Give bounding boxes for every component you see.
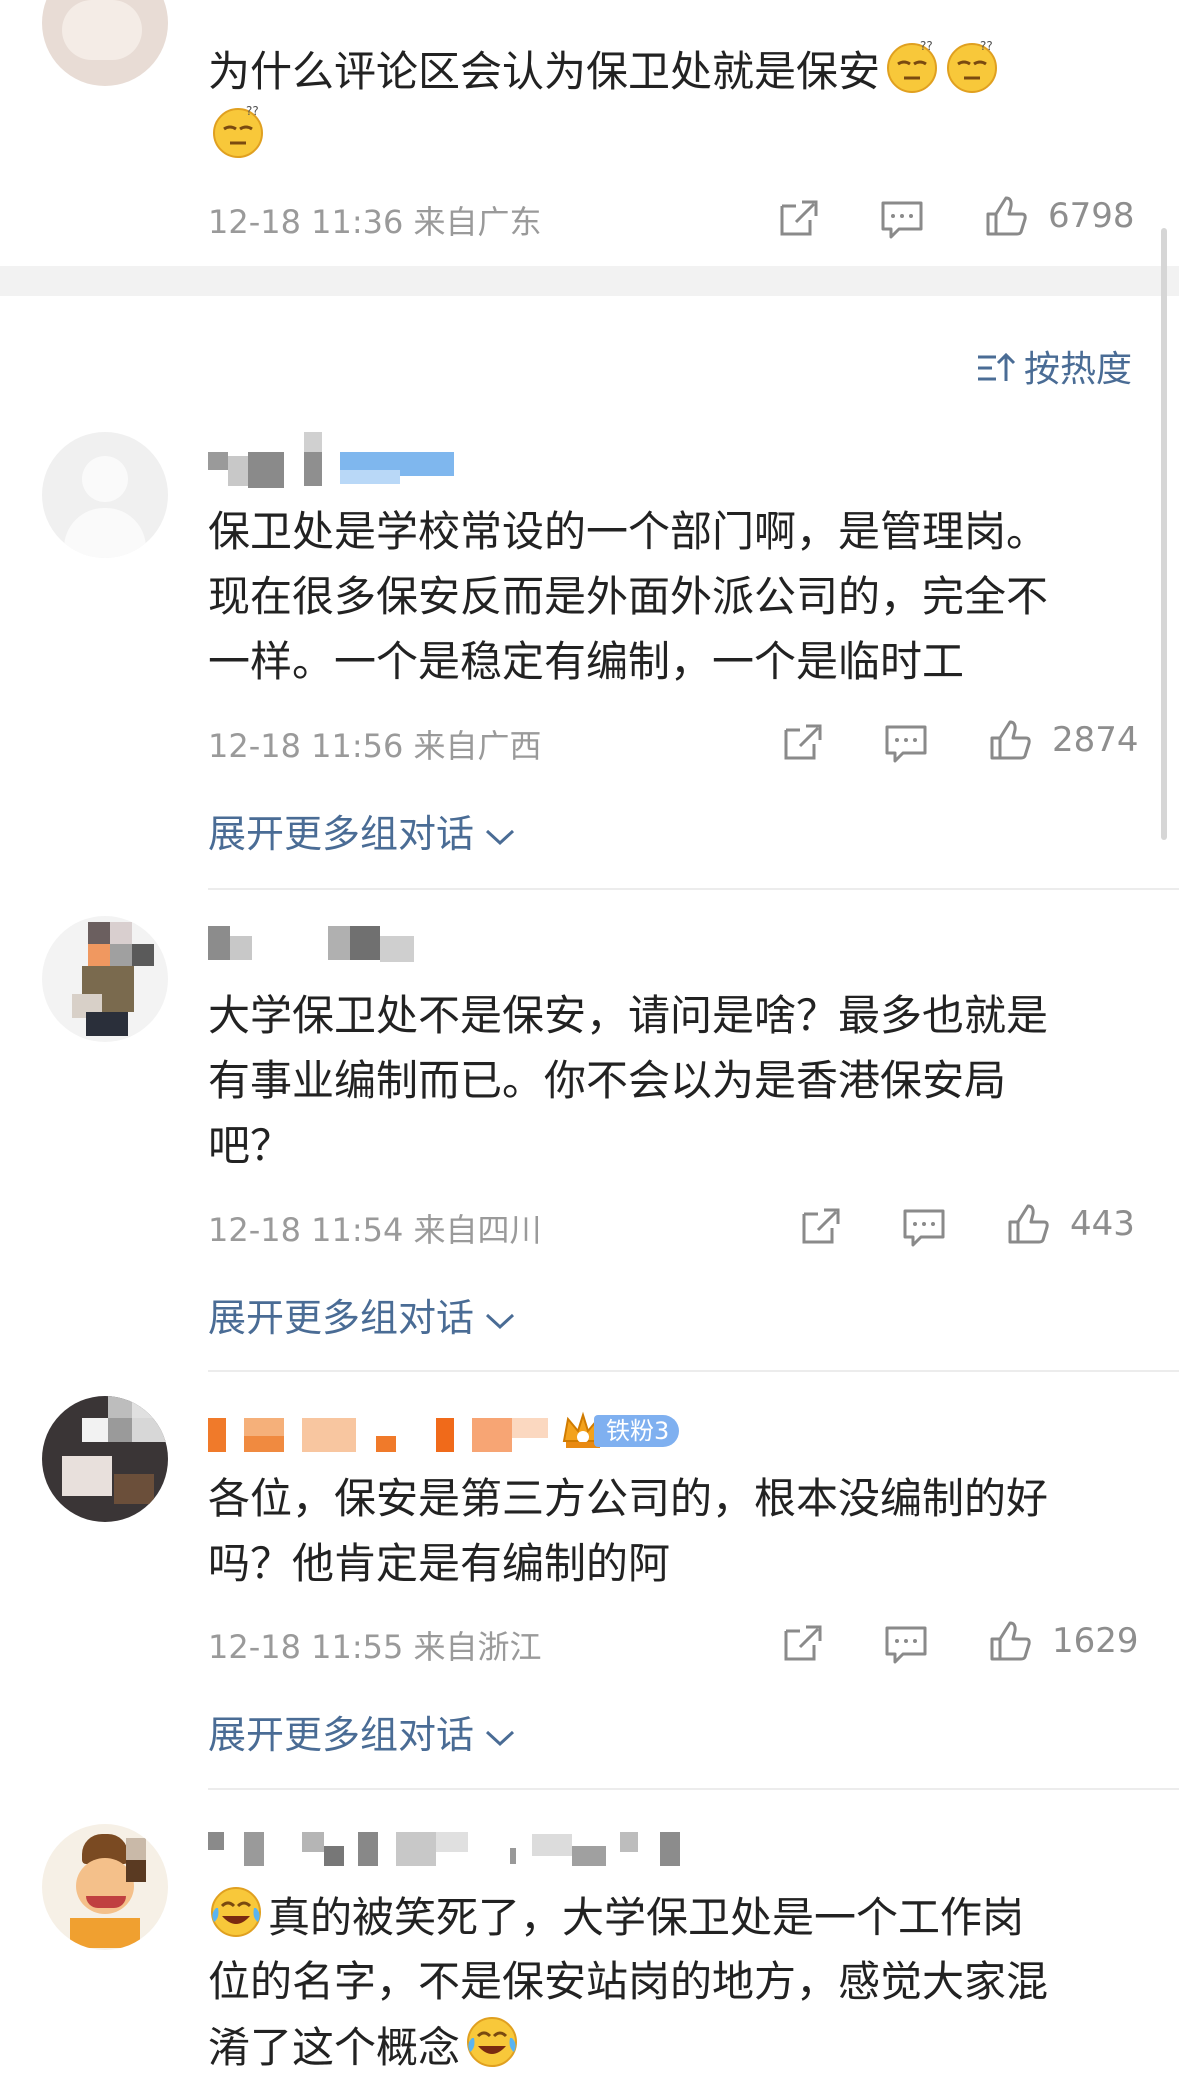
comment-text: 保卫处是学校常设的一个部门啊，是管理岗。: [208, 507, 1049, 556]
avatar[interactable]: [42, 1824, 168, 1950]
comment-text: 真的被笑死了，大学保卫处是一个工作岗: [208, 1884, 1024, 1950]
chevron-down-icon: [485, 829, 515, 845]
comment-text-line: ??: [210, 103, 266, 169]
svg-text:??: ??: [920, 39, 933, 53]
laughing-crying-emoji-icon: [467, 2017, 518, 2067]
comment-icon[interactable]: [884, 722, 928, 766]
sort-icon: [978, 352, 1016, 381]
comment-text: 位的名字，不是保安站岗的地方，感觉大家混: [208, 1957, 1049, 2006]
comment-text: 各位，保安是第三方公司的，根本没编制的好: [208, 1474, 1049, 1523]
comment-text: 吧？: [208, 1121, 293, 1170]
divider: [208, 1370, 1179, 1372]
like-icon[interactable]: [988, 718, 1032, 762]
comment-text: 吗？他肯定是有编制的阿: [208, 1539, 671, 1588]
repost-icon[interactable]: [780, 1621, 824, 1665]
expand-conversation-link[interactable]: 展开更多组对话: [208, 1704, 516, 1759]
comment-icon[interactable]: [880, 198, 924, 242]
comment-meta: 12-18 11:54 来自四川: [208, 1211, 542, 1249]
comment-text: 淆了这个概念: [208, 2014, 520, 2080]
sleepy-emoji-icon: ??: [887, 39, 938, 93]
svg-text:??: ??: [980, 39, 993, 53]
repost-icon[interactable]: [798, 1204, 842, 1248]
like-icon[interactable]: [988, 1619, 1032, 1663]
comment-icon[interactable]: [884, 1623, 928, 1667]
comment-text: 现在很多保安反而是外面外派公司的，完全不: [208, 572, 1049, 621]
like-count: 1629: [1052, 1621, 1139, 1661]
svg-text:??: ??: [246, 104, 259, 118]
sleepy-emoji-icon: ??: [213, 104, 263, 158]
laughing-crying-emoji-icon: [211, 1887, 261, 1937]
sleepy-emoji-icon: ??: [947, 39, 998, 93]
like-icon[interactable]: [1006, 1202, 1050, 1246]
comment-meta: 12-18 11:55 来自浙江: [208, 1628, 542, 1666]
avatar[interactable]: [42, 916, 168, 1042]
section-separator: [0, 266, 1179, 296]
divider: [208, 1788, 1179, 1790]
comment-icon[interactable]: [902, 1206, 946, 1250]
repost-icon[interactable]: [776, 196, 820, 240]
repost-icon[interactable]: [780, 720, 824, 764]
chevron-down-icon: [485, 1313, 515, 1329]
scrollbar[interactable]: [1161, 228, 1167, 840]
avatar[interactable]: [42, 432, 168, 558]
like-count: 2874: [1052, 720, 1139, 760]
expand-conversation-link[interactable]: 展开更多组对话: [208, 1287, 516, 1342]
like-count: 6798: [1048, 196, 1135, 236]
like-icon[interactable]: [984, 194, 1028, 238]
avatar[interactable]: [42, 0, 168, 86]
comment-meta: 12-18 11:56 来自广西: [208, 727, 542, 765]
like-count: 443: [1070, 1204, 1135, 1244]
comment-text: 有事业编制而已。你不会以为是香港保安局: [208, 1056, 1007, 1105]
avatar[interactable]: [42, 1396, 168, 1522]
chevron-down-icon: [485, 1730, 515, 1746]
divider: [208, 888, 1179, 890]
expand-conversation-link[interactable]: 展开更多组对话: [208, 803, 516, 858]
comment-text: 为什么评论区会认为保卫处就是保安????: [208, 38, 1000, 104]
comment-text: 大学保卫处不是保安，请问是啥？最多也就是: [208, 991, 1049, 1040]
comment-meta: 12-18 11:36 来自广东: [208, 203, 542, 241]
comment-text: 一样。一个是稳定有编制，一个是临时工: [208, 637, 965, 686]
sort-toggle[interactable]: 按热度: [976, 340, 1132, 392]
